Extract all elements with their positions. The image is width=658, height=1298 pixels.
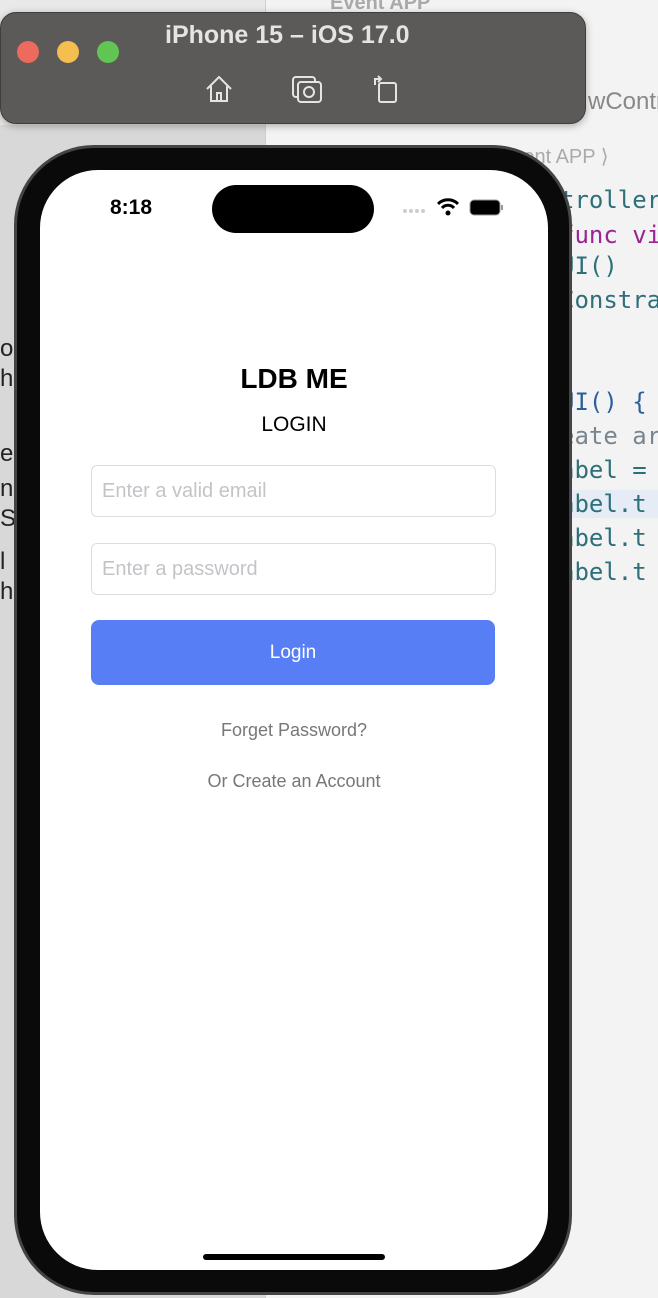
signal-icon	[403, 209, 425, 213]
login-button[interactable]: Login	[91, 620, 495, 685]
code-line: abel.t	[560, 490, 658, 518]
iphone-screen: 8:18 LDB ME LOGIN Login Forget Password?…	[40, 170, 548, 1270]
window-title: iPhone 15 – iOS 17.0	[165, 21, 410, 49]
password-field[interactable]	[91, 543, 496, 595]
code-line: func vi	[560, 221, 658, 249]
background-text: h	[0, 578, 14, 605]
code-line: abel.t	[560, 524, 647, 552]
code-line: abel.t	[560, 558, 647, 586]
home-indicator[interactable]	[203, 1254, 385, 1260]
background-text: n	[0, 475, 14, 502]
code-line: Constra	[560, 286, 658, 314]
screenshot-icon[interactable]	[291, 73, 323, 105]
forgot-password-link[interactable]: Forget Password?	[40, 720, 548, 741]
code-line: abel =	[560, 456, 647, 484]
battery-icon	[469, 199, 503, 216]
create-account-link[interactable]: Or Create an Account	[40, 771, 548, 792]
background-text: e	[0, 440, 14, 467]
wifi-icon	[437, 198, 459, 216]
zoom-button[interactable]	[97, 41, 119, 63]
close-button[interactable]	[17, 41, 39, 63]
background-text: h	[0, 365, 14, 392]
email-field[interactable]	[91, 465, 496, 517]
rotate-icon[interactable]	[371, 73, 403, 105]
minimize-button[interactable]	[57, 41, 79, 63]
app-title: LDB ME	[240, 363, 348, 394]
code-line: eate ar	[560, 422, 658, 450]
simulator-titlebar: iPhone 15 – iOS 17.0	[0, 12, 586, 124]
background-text: l	[0, 548, 6, 575]
code-line: UI() {	[560, 388, 647, 416]
background-tab: wContr	[588, 88, 658, 115]
dynamic-island	[212, 185, 374, 233]
status-time: 8:18	[110, 196, 153, 219]
code-line: troller	[560, 186, 658, 214]
login-heading: LOGIN	[261, 413, 327, 436]
home-icon[interactable]	[203, 73, 235, 105]
